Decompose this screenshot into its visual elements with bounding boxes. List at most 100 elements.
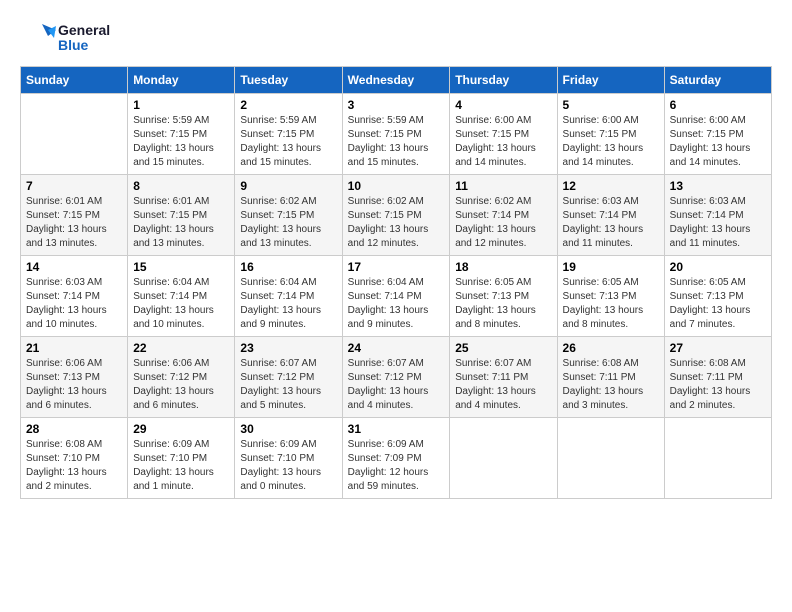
calendar-cell: 26 Sunrise: 6:08 AM Sunset: 7:11 PM Dayli… — [557, 337, 664, 418]
calendar-week-4: 21Sunrise: 6:06 AM Sunset: 7:13 PM Dayli… — [21, 337, 772, 418]
day-number: 26 — [563, 341, 659, 355]
calendar-cell: 19 Sunrise: 6:05 AM Sunset: 7:13 PM Dayli… — [557, 256, 664, 337]
day-number: 11 — [455, 179, 551, 193]
calendar-cell: 9 Sunrise: 6:02 AM Sunset: 7:15 PM Daylig… — [235, 175, 342, 256]
calendar-cell — [557, 418, 664, 499]
day-info: Sunrise: 6:02 AM Sunset: 7:14 PM Dayligh… — [455, 195, 551, 251]
day-info: Sunrise: 6:09 AM Sunset: 7:10 PM Dayligh… — [133, 438, 229, 494]
page-header: General Blue — [20, 20, 772, 56]
logo-blue: Blue — [58, 38, 110, 53]
calendar-cell: 3 Sunrise: 5:59 AM Sunset: 7:15 PM Daylig… — [342, 94, 450, 175]
day-number: 31 — [348, 422, 445, 436]
day-info: Sunrise: 6:00 AM Sunset: 7:15 PM Dayligh… — [563, 114, 659, 170]
day-info: Sunrise: 6:00 AM Sunset: 7:15 PM Dayligh… — [670, 114, 766, 170]
calendar-cell: 7 Sunrise: 6:01 AM Sunset: 7:15 PM Daylig… — [21, 175, 128, 256]
day-info: Sunrise: 5:59 AM Sunset: 7:15 PM Dayligh… — [133, 114, 229, 170]
day-info: Sunrise: 6:07 AM Sunset: 7:12 PM Dayligh… — [240, 357, 336, 413]
day-number: 10 — [348, 179, 445, 193]
calendar-cell: 24Sunrise: 6:07 AM Sunset: 7:12 PM Dayli… — [342, 337, 450, 418]
day-info: Sunrise: 6:08 AM Sunset: 7:11 PM Dayligh… — [670, 357, 766, 413]
day-number: 21 — [26, 341, 122, 355]
column-header-friday: Friday — [557, 67, 664, 94]
day-number: 27 — [670, 341, 766, 355]
day-info: Sunrise: 6:08 AM Sunset: 7:10 PM Dayligh… — [26, 438, 122, 494]
column-header-thursday: Thursday — [450, 67, 557, 94]
calendar-table: SundayMondayTuesdayWednesdayThursdayFrid… — [20, 66, 772, 499]
day-info: Sunrise: 6:00 AM Sunset: 7:15 PM Dayligh… — [455, 114, 551, 170]
day-info: Sunrise: 6:04 AM Sunset: 7:14 PM Dayligh… — [133, 276, 229, 332]
calendar-cell: 30Sunrise: 6:09 AM Sunset: 7:10 PM Dayli… — [235, 418, 342, 499]
day-info: Sunrise: 6:01 AM Sunset: 7:15 PM Dayligh… — [133, 195, 229, 251]
calendar-week-3: 14Sunrise: 6:03 AM Sunset: 7:14 PM Dayli… — [21, 256, 772, 337]
day-info: Sunrise: 6:05 AM Sunset: 7:13 PM Dayligh… — [563, 276, 659, 332]
calendar-cell: 14Sunrise: 6:03 AM Sunset: 7:14 PM Dayli… — [21, 256, 128, 337]
calendar-cell: 5 Sunrise: 6:00 AM Sunset: 7:15 PM Daylig… — [557, 94, 664, 175]
calendar-cell: 17 Sunrise: 6:04 AM Sunset: 7:14 PM Dayli… — [342, 256, 450, 337]
day-number: 4 — [455, 98, 551, 112]
calendar-cell: 21Sunrise: 6:06 AM Sunset: 7:13 PM Dayli… — [21, 337, 128, 418]
day-number: 13 — [670, 179, 766, 193]
day-info: Sunrise: 6:07 AM Sunset: 7:12 PM Dayligh… — [348, 357, 445, 413]
day-info: Sunrise: 5:59 AM Sunset: 7:15 PM Dayligh… — [240, 114, 336, 170]
logo-general: General — [58, 23, 110, 38]
calendar-cell: 27 Sunrise: 6:08 AM Sunset: 7:11 PM Dayli… — [664, 337, 771, 418]
day-number: 23 — [240, 341, 336, 355]
day-number: 30 — [240, 422, 336, 436]
column-header-wednesday: Wednesday — [342, 67, 450, 94]
column-header-sunday: Sunday — [21, 67, 128, 94]
day-info: Sunrise: 6:02 AM Sunset: 7:15 PM Dayligh… — [240, 195, 336, 251]
calendar-cell: 16 Sunrise: 6:04 AM Sunset: 7:14 PM Dayli… — [235, 256, 342, 337]
day-number: 3 — [348, 98, 445, 112]
calendar-week-1: 1Sunrise: 5:59 AM Sunset: 7:15 PM Daylig… — [21, 94, 772, 175]
day-info: Sunrise: 6:07 AM Sunset: 7:11 PM Dayligh… — [455, 357, 551, 413]
day-number: 18 — [455, 260, 551, 274]
day-info: Sunrise: 6:03 AM Sunset: 7:14 PM Dayligh… — [670, 195, 766, 251]
day-number: 7 — [26, 179, 122, 193]
day-number: 6 — [670, 98, 766, 112]
calendar-cell: 15 Sunrise: 6:04 AM Sunset: 7:14 PM Dayli… — [128, 256, 235, 337]
logo: General Blue — [20, 20, 110, 56]
day-info: Sunrise: 6:02 AM Sunset: 7:15 PM Dayligh… — [348, 195, 445, 251]
day-info: Sunrise: 6:05 AM Sunset: 7:13 PM Dayligh… — [670, 276, 766, 332]
day-number: 25 — [455, 341, 551, 355]
day-number: 22 — [133, 341, 229, 355]
calendar-cell: 6 Sunrise: 6:00 AM Sunset: 7:15 PM Daylig… — [664, 94, 771, 175]
calendar-cell: 13 Sunrise: 6:03 AM Sunset: 7:14 PM Dayli… — [664, 175, 771, 256]
day-number: 15 — [133, 260, 229, 274]
calendar-header-row: SundayMondayTuesdayWednesdayThursdayFrid… — [21, 67, 772, 94]
calendar-cell: 23 Sunrise: 6:07 AM Sunset: 7:12 PM Dayli… — [235, 337, 342, 418]
day-info: Sunrise: 5:59 AM Sunset: 7:15 PM Dayligh… — [348, 114, 445, 170]
day-number: 16 — [240, 260, 336, 274]
calendar-cell: 8 Sunrise: 6:01 AM Sunset: 7:15 PM Daylig… — [128, 175, 235, 256]
day-info: Sunrise: 6:04 AM Sunset: 7:14 PM Dayligh… — [240, 276, 336, 332]
logo-bird-icon — [20, 20, 56, 56]
calendar-cell: 18Sunrise: 6:05 AM Sunset: 7:13 PM Dayli… — [450, 256, 557, 337]
calendar-cell: 10 Sunrise: 6:02 AM Sunset: 7:15 PM Dayli… — [342, 175, 450, 256]
column-header-monday: Monday — [128, 67, 235, 94]
day-number: 14 — [26, 260, 122, 274]
calendar-cell: 4 Sunrise: 6:00 AM Sunset: 7:15 PM Daylig… — [450, 94, 557, 175]
day-info: Sunrise: 6:06 AM Sunset: 7:12 PM Dayligh… — [133, 357, 229, 413]
calendar-week-5: 28 Sunrise: 6:08 AM Sunset: 7:10 PM Dayli… — [21, 418, 772, 499]
calendar-cell — [450, 418, 557, 499]
day-number: 8 — [133, 179, 229, 193]
day-info: Sunrise: 6:03 AM Sunset: 7:14 PM Dayligh… — [563, 195, 659, 251]
day-info: Sunrise: 6:04 AM Sunset: 7:14 PM Dayligh… — [348, 276, 445, 332]
day-number: 19 — [563, 260, 659, 274]
calendar-cell: 20Sunrise: 6:05 AM Sunset: 7:13 PM Dayli… — [664, 256, 771, 337]
calendar-cell: 2 Sunrise: 5:59 AM Sunset: 7:15 PM Daylig… — [235, 94, 342, 175]
calendar-cell: 1Sunrise: 5:59 AM Sunset: 7:15 PM Daylig… — [128, 94, 235, 175]
calendar-cell: 12 Sunrise: 6:03 AM Sunset: 7:14 PM Dayli… — [557, 175, 664, 256]
day-number: 28 — [26, 422, 122, 436]
day-number: 5 — [563, 98, 659, 112]
day-number: 17 — [348, 260, 445, 274]
calendar-cell: 22 Sunrise: 6:06 AM Sunset: 7:12 PM Dayli… — [128, 337, 235, 418]
day-number: 2 — [240, 98, 336, 112]
day-number: 9 — [240, 179, 336, 193]
day-info: Sunrise: 6:09 AM Sunset: 7:09 PM Dayligh… — [348, 438, 445, 494]
calendar-cell: 29Sunrise: 6:09 AM Sunset: 7:10 PM Dayli… — [128, 418, 235, 499]
calendar-cell — [21, 94, 128, 175]
day-info: Sunrise: 6:08 AM Sunset: 7:11 PM Dayligh… — [563, 357, 659, 413]
day-number: 12 — [563, 179, 659, 193]
day-info: Sunrise: 6:01 AM Sunset: 7:15 PM Dayligh… — [26, 195, 122, 251]
